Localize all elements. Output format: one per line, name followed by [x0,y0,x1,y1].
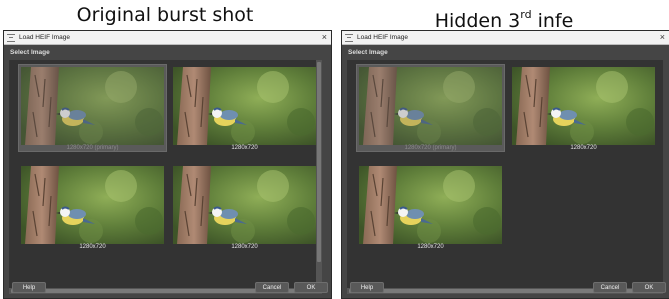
image-label: 1280x720 [417,244,444,250]
close-icon[interactable]: × [660,31,665,43]
image-thumbnail [21,166,164,244]
image-thumbnail [173,166,316,244]
image-label: 1280x720 (primary) [404,145,457,151]
title-bar[interactable]: Load HEIF Image × [4,31,331,45]
help-button[interactable]: Help [350,282,384,293]
image-label: 1280x720 [79,244,106,250]
image-label: 1280x720 (primary) [66,145,119,151]
caption-hidden-text: Hidden 3 [434,10,521,32]
image-thumbnail [173,67,316,145]
image-tile[interactable]: 1280x720 [171,65,318,151]
image-grid: 1280x720 (primary) 1280x720 1280x720 [347,60,663,294]
select-image-label: Select Image [348,49,388,56]
image-tile[interactable]: 1280x720 [357,164,504,250]
vertical-scrollbar[interactable] [316,60,322,288]
dialog-hidden: Load HEIF Image × Select Image 1280x720 … [341,30,669,299]
gimp-dialog-icon [7,34,15,42]
caption-hidden-suffix: infe [531,10,574,32]
image-thumbnail [21,67,164,145]
title-bar[interactable]: Load HEIF Image × [342,31,669,45]
image-tile[interactable]: 1280x720 (primary) [18,64,167,152]
help-button[interactable]: Help [12,282,46,293]
close-icon[interactable]: × [322,31,327,43]
caption-hidden-sup: rd [520,8,532,21]
image-label: 1280x720 [231,244,258,250]
image-thumbnail [359,67,502,145]
gimp-dialog-icon [345,34,353,42]
image-thumbnail [359,166,502,244]
caption-original-text: Original burst shot [76,4,254,26]
image-tile[interactable]: 1280x720 [510,65,657,151]
caption-original: Original burst shot [0,2,330,28]
image-tile[interactable]: 1280x720 [171,164,318,250]
image-thumbnail [512,67,655,145]
image-tile[interactable]: 1280x720 [19,164,166,250]
cancel-button[interactable]: Cancel [255,282,289,293]
image-grid: 1280x720 (primary) 1280x720 1280x720 128… [9,60,322,294]
dialog-title: Load HEIF Image [357,34,408,41]
ok-button[interactable]: OK [294,282,328,293]
select-image-label: Select Image [10,49,50,56]
dialog-original: Load HEIF Image × Select Image 1280x720 … [3,30,332,299]
caption-hidden: Hidden 3rd infe [339,2,669,32]
image-label: 1280x720 [231,145,258,151]
scrollbar-thumb[interactable] [317,62,321,262]
cancel-button[interactable]: Cancel [593,282,627,293]
image-label: 1280x720 [570,145,597,151]
dialog-title: Load HEIF Image [19,34,70,41]
image-tile[interactable]: 1280x720 (primary) [356,64,505,152]
ok-button[interactable]: OK [632,282,666,293]
